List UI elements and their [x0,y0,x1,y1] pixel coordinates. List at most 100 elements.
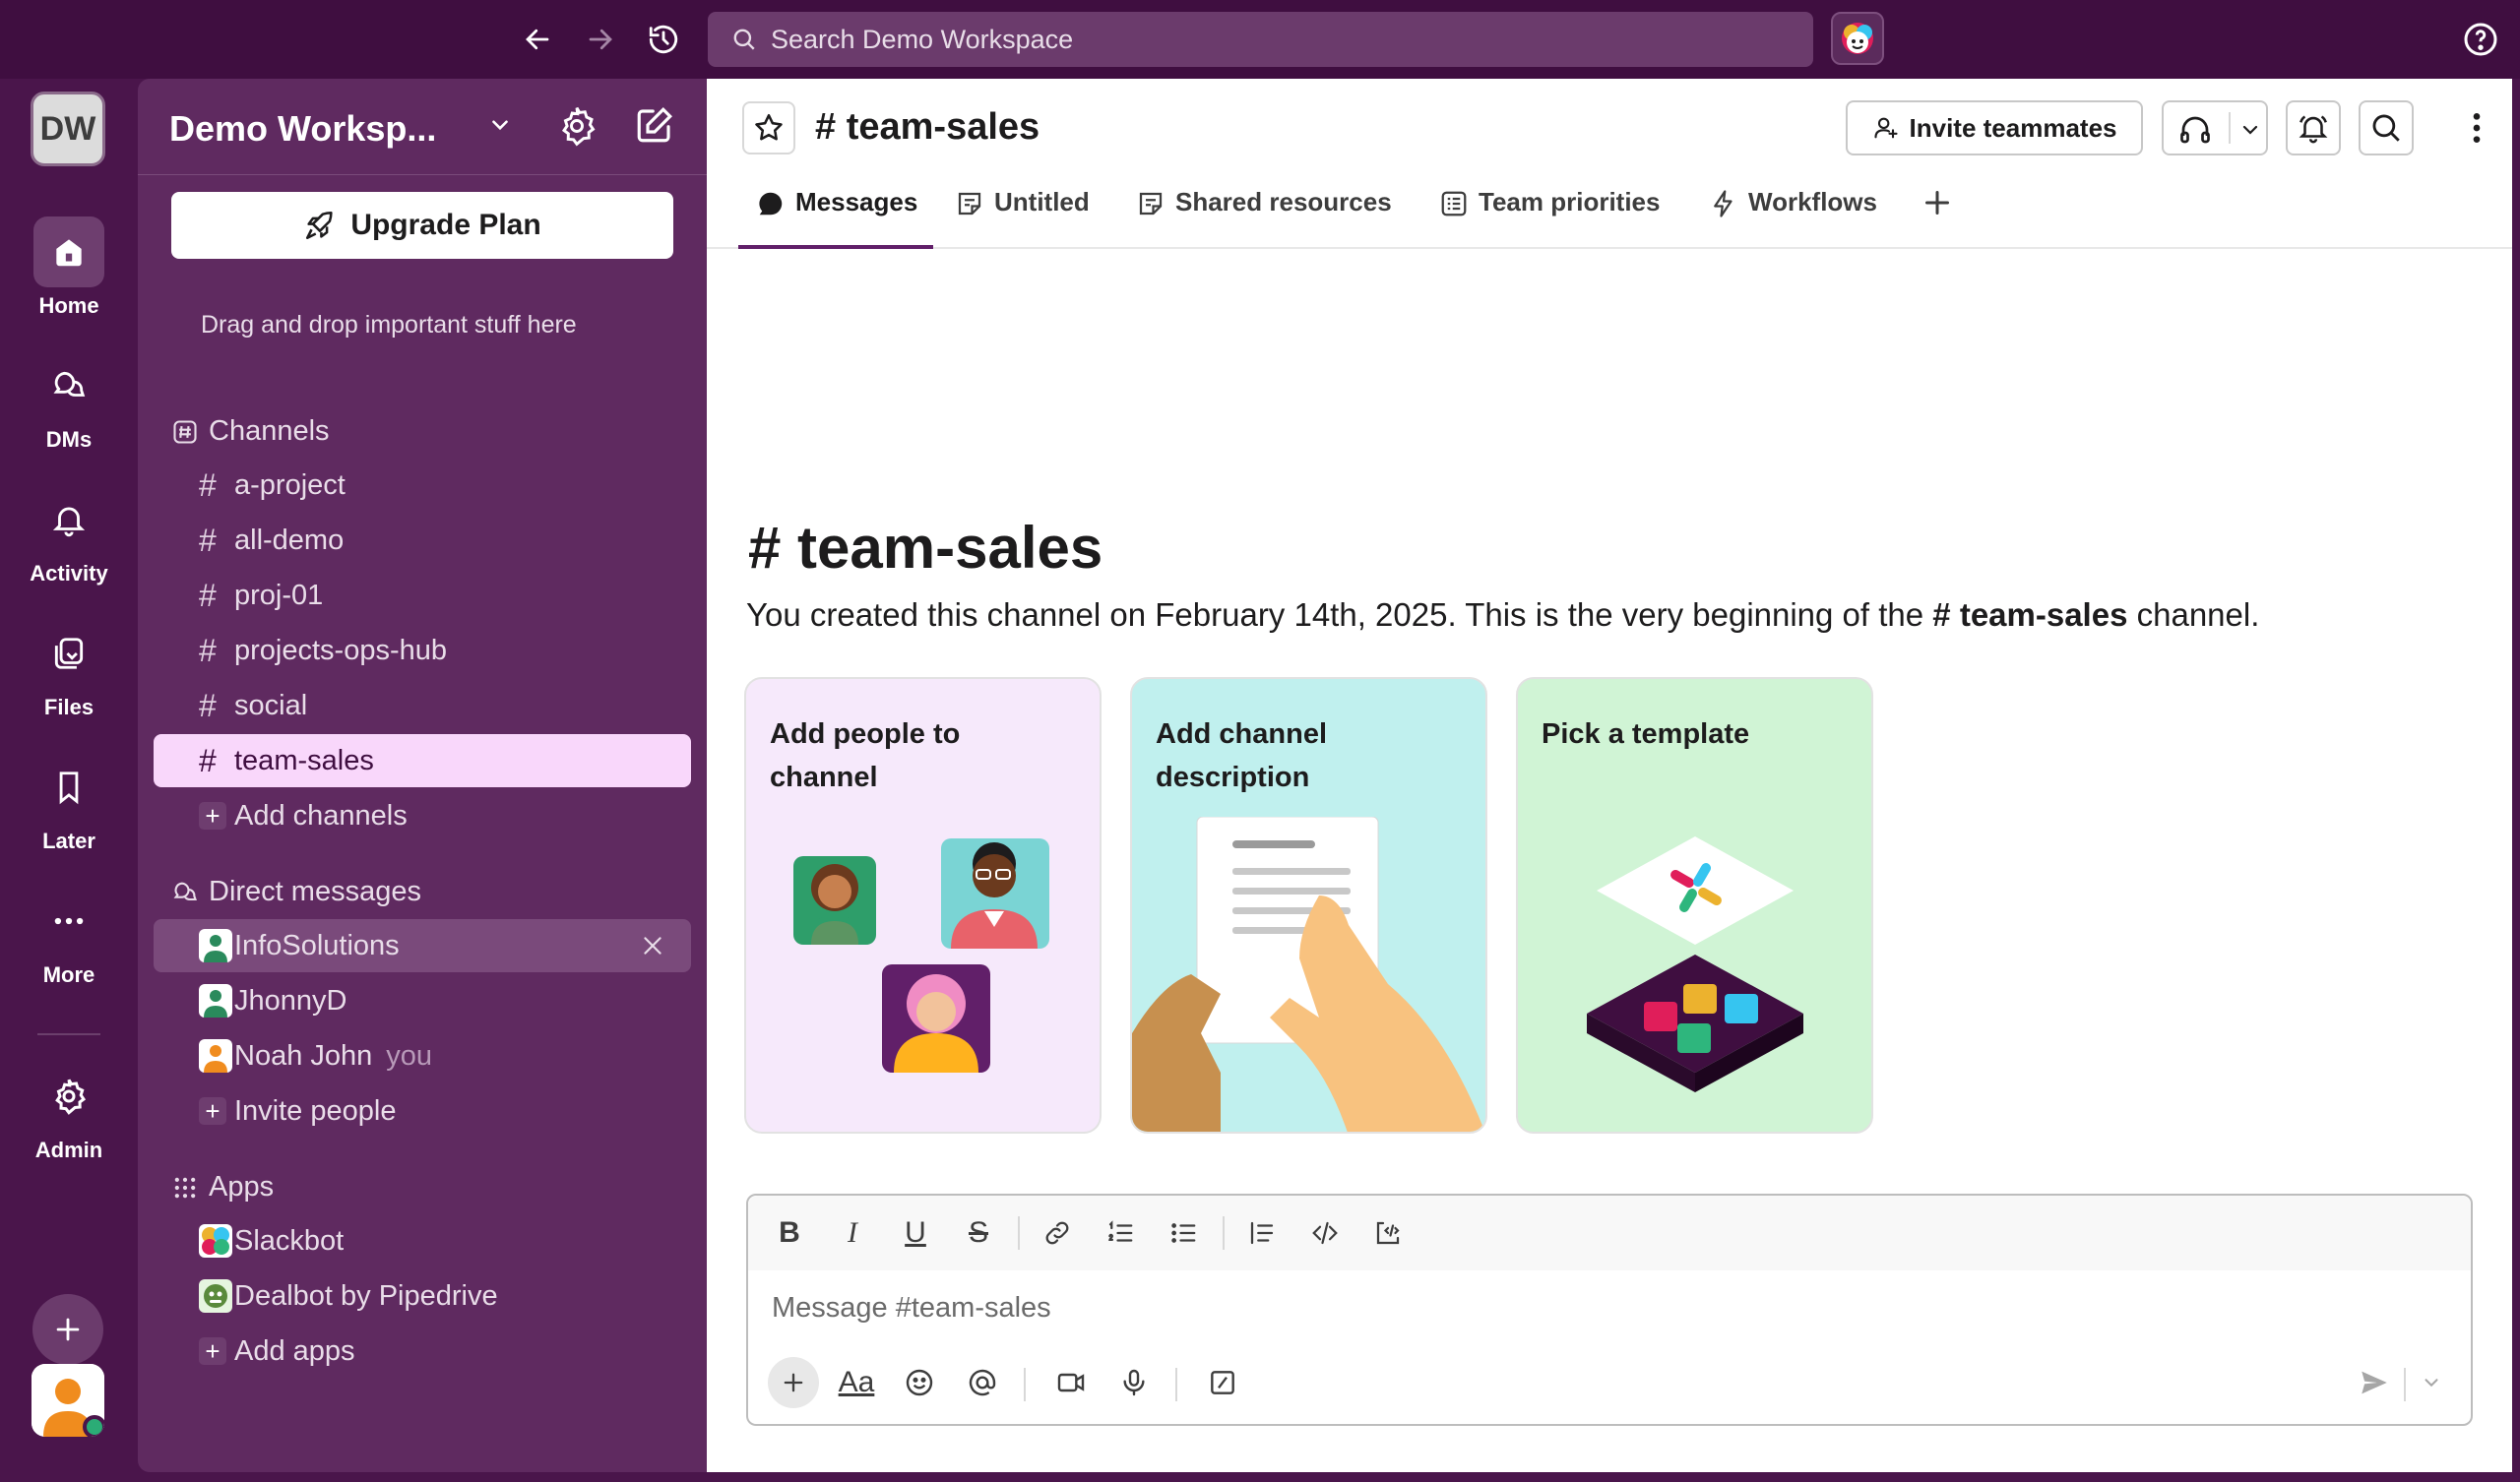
add-apps-button[interactable]: + Add apps [154,1325,691,1378]
upgrade-plan-button[interactable]: Upgrade Plan [171,192,673,259]
tab-messages-label: Messages [795,187,918,216]
dm-item-infosolutions[interactable]: InfoSolutions [154,919,691,972]
rail-more-label: More [42,962,95,987]
channels-section-header[interactable]: Channels [171,415,330,448]
channel-name: a-project [234,468,346,501]
settings-gear-icon[interactable] [555,104,598,148]
message-input[interactable] [772,1292,2347,1325]
huddle-button[interactable] [2162,100,2268,155]
underline-button[interactable]: U [896,1213,935,1253]
plus-icon: + [199,1336,226,1366]
star-channel-button[interactable] [742,101,795,154]
tab-shared-resources-label: Shared resources [1175,187,1392,216]
huddle-divider [2229,112,2231,144]
emoji-button[interactable] [894,1357,945,1408]
add-channels-button[interactable]: + Add channels [154,789,691,842]
strikethrough-button[interactable]: S [959,1213,998,1253]
app-name: Dealbot by Pipedrive [234,1279,498,1312]
app-item-dealbot[interactable]: Dealbot by Pipedrive [154,1269,691,1323]
dm-item-jhonnyd[interactable]: JhonnyD [154,974,691,1027]
close-icon[interactable] [640,933,665,958]
rail-admin[interactable]: Admin [0,1061,138,1163]
apps-header-label: Apps [209,1171,275,1203]
tab-untitled[interactable]: Untitled [955,187,1090,249]
tab-workflows[interactable]: Workflows [1709,187,1877,249]
channel-title[interactable]: # team-sales [815,106,1040,149]
slackbot-button[interactable] [1831,12,1884,65]
rail-later[interactable]: Later [0,752,138,854]
rail-add-button[interactable] [32,1294,103,1365]
dm-section-header[interactable]: Direct messages [171,876,421,908]
add-tab-icon[interactable] [1920,185,1955,220]
rail-dms[interactable]: DMs [0,350,138,453]
tab-shared-resources[interactable]: Shared resources [1136,187,1392,249]
shortcuts-button[interactable] [1197,1357,1248,1408]
rail-home-tile [33,216,104,287]
canvas-icon [1139,192,1163,216]
audio-button[interactable] [1108,1357,1160,1408]
send-icon [2362,1371,2387,1394]
video-button[interactable] [1045,1357,1097,1408]
workspace-name[interactable]: Demo Worksp... [169,108,436,150]
send-options-button[interactable] [2412,1357,2451,1408]
tab-messages[interactable]: Messages [738,187,933,249]
apps-section-header[interactable]: Apps [171,1171,274,1204]
send-button[interactable] [2349,1357,2400,1408]
blockquote-button[interactable] [1242,1213,1282,1253]
history-icon [649,25,678,54]
channel-item-social[interactable]: # social [154,679,691,732]
lightning-icon [1714,190,1732,217]
chevron-down-icon[interactable] [487,112,513,138]
rail-files[interactable]: Files [0,618,138,720]
channel-name: team-sales [234,744,374,776]
dms-icon [173,882,197,900]
invite-people-button[interactable]: + Invite people [154,1084,691,1138]
channel-name: proj-01 [234,579,324,611]
slash-command-icon [1211,1371,1234,1394]
dm-name: InfoSolutions [234,929,400,961]
link-button[interactable] [1038,1213,1077,1253]
help-button[interactable] [2459,18,2502,61]
compose-icon[interactable] [634,104,675,146]
invite-people-label: Invite people [234,1094,397,1127]
workspace-avatar[interactable]: DW [31,92,105,166]
text-format-button[interactable]: Aa [831,1357,882,1408]
tab-team-priorities[interactable]: Team priorities [1439,187,1660,249]
rail-activity[interactable]: Activity [0,484,138,587]
bold-button[interactable]: B [770,1213,809,1253]
add-description-card[interactable]: Add channel description [1130,677,1487,1134]
mention-button[interactable] [957,1357,1008,1408]
channel-item-all-demo[interactable]: # all-demo [154,514,691,567]
pick-template-card[interactable]: Pick a template [1516,677,1873,1134]
messages-icon [759,192,783,216]
dm-item-noah-john[interactable]: Noah John you [154,1029,691,1082]
italic-button[interactable]: I [833,1213,872,1253]
user-avatar[interactable] [32,1364,104,1437]
add-people-card[interactable]: Add people to channel [744,677,1102,1134]
intro-channel-link[interactable]: # team-sales [1932,596,2127,633]
invite-teammates-button[interactable]: Invite teammates [1846,100,2143,155]
channel-item-proj-01[interactable]: # proj-01 [154,569,691,622]
dm-name: JhonnyD [234,984,347,1017]
channel-search-button[interactable] [2359,100,2414,155]
chevron-down-icon[interactable] [2238,118,2262,142]
ordered-list-button[interactable] [1101,1213,1140,1253]
code-block-button[interactable] [1368,1213,1408,1253]
rail-admin-tile [33,1061,104,1132]
notifications-button[interactable] [2286,100,2341,155]
attach-button[interactable] [768,1357,819,1408]
rail-more[interactable]: More [0,886,138,988]
channel-item-team-sales[interactable]: # team-sales [154,734,691,787]
channel-item-projects-ops-hub[interactable]: # projects-ops-hub [154,624,691,677]
bullet-list-button[interactable] [1164,1213,1203,1253]
back-button[interactable] [516,18,559,61]
rail-home[interactable]: Home [0,216,138,319]
code-button[interactable] [1305,1213,1345,1253]
rocket-icon [306,211,333,240]
forward-button[interactable] [579,18,622,61]
app-item-slackbot[interactable]: Slackbot [154,1214,691,1267]
history-button[interactable] [642,18,685,61]
search-bar[interactable]: Search Demo Workspace [708,12,1813,67]
kebab-menu-icon[interactable] [2457,104,2496,152]
channel-item-a-project[interactable]: # a-project [154,459,691,512]
